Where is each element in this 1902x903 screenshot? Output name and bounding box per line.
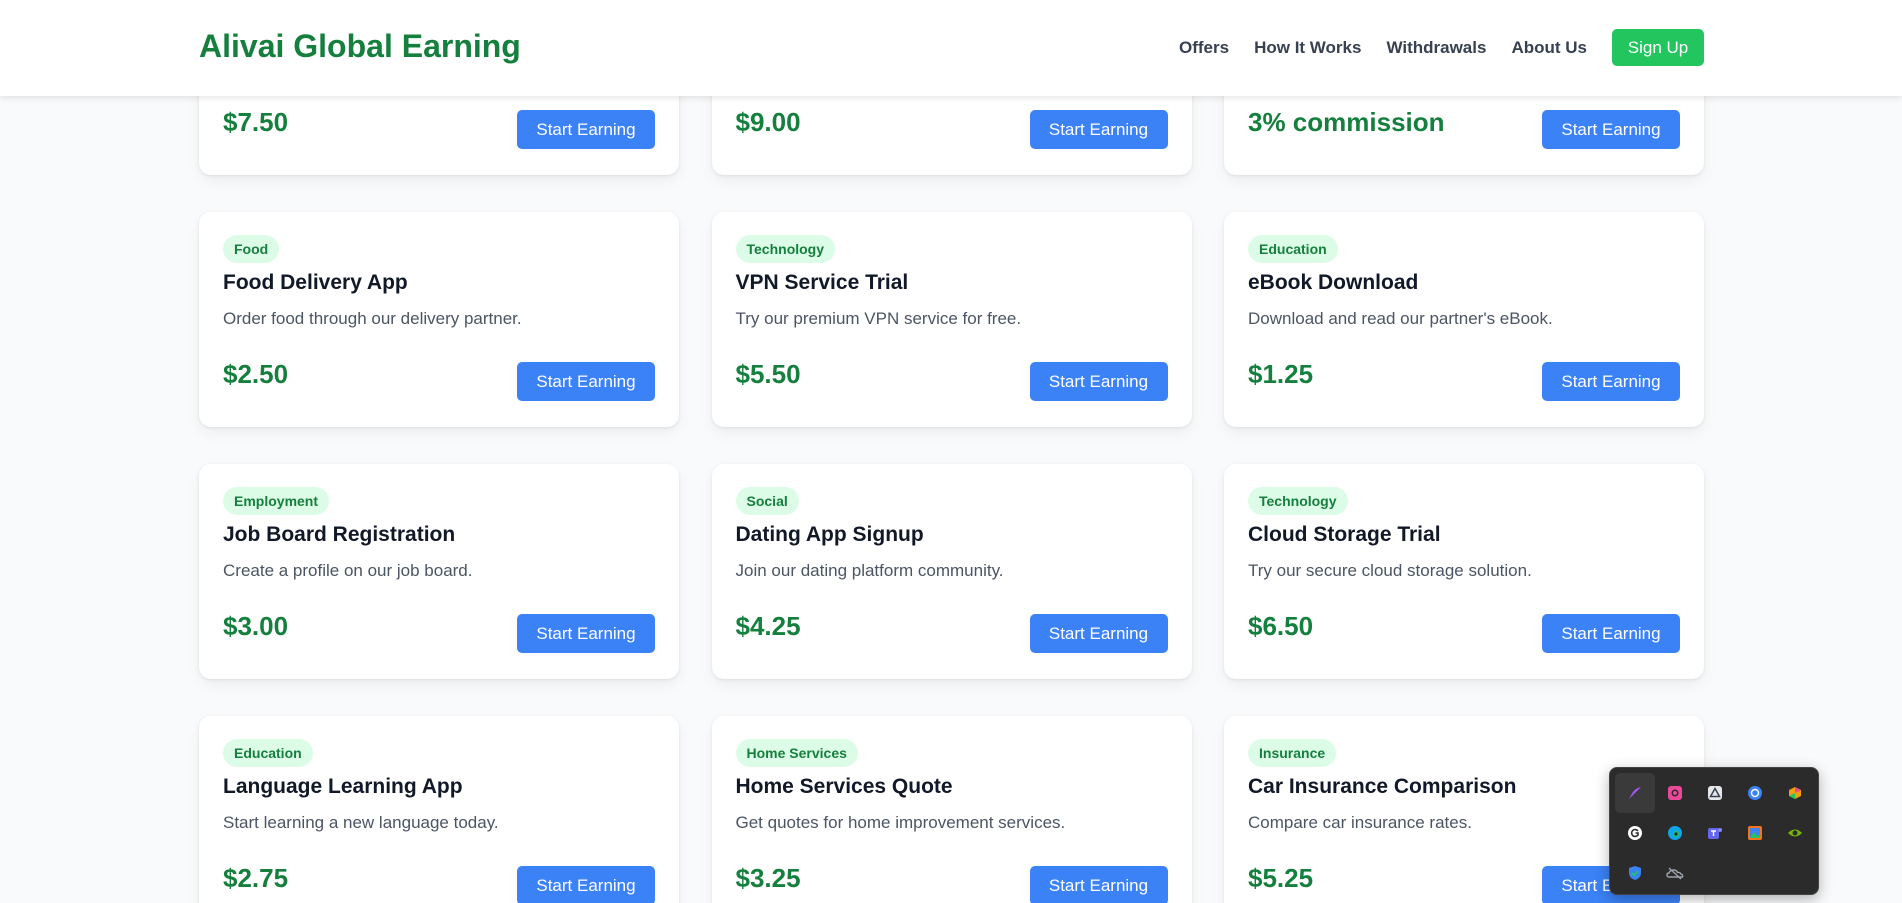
start-earning-button[interactable]: Start Earning (517, 110, 655, 149)
offer-title: Car Insurance Comparison (1248, 775, 1517, 798)
main-nav: Offers How It Works Withdrawals About Us… (1179, 29, 1704, 66)
offer-title: VPN Service Trial (735, 271, 909, 294)
offer-title: Language Learning App (223, 775, 463, 798)
offer-price: $9.00 (735, 107, 801, 137)
offer-price: $2.50 (223, 359, 289, 389)
start-earning-button[interactable]: Start Earning (1029, 362, 1168, 401)
category-badge: Education (1248, 235, 1338, 263)
offer-card: Technology VPN Service Trial Try our pre… (711, 212, 1192, 427)
offer-price: $3.00 (223, 611, 289, 641)
category-badge: Food (223, 235, 280, 263)
offer-price: $4.25 (735, 611, 801, 641)
offers-grid: $7.50 Start Earning $9.00 Start Earning … (199, 0, 1704, 903)
start-earning-button[interactable]: Start Earning (517, 614, 655, 653)
offer-description: Try our secure cloud storage solution. (1248, 561, 1532, 580)
category-badge: Insurance (1248, 739, 1337, 767)
start-earning-button[interactable]: Start Earning (517, 866, 655, 903)
signup-button[interactable]: Sign Up (1612, 29, 1704, 66)
start-earning-button[interactable]: Start Earning (1542, 362, 1680, 401)
category-badge: Education (223, 739, 313, 767)
start-earning-button[interactable]: Start Earning (1542, 110, 1680, 149)
offer-description: Start learning a new language today. (223, 813, 499, 832)
category-badge: Home Services (735, 739, 858, 767)
offer-card: Technology Cloud Storage Trial Try our s… (1224, 464, 1704, 679)
site-logo[interactable]: Alivai Global Earning (199, 28, 521, 65)
category-badge: Technology (735, 235, 836, 263)
copilot-icon[interactable] (1775, 773, 1815, 813)
start-earning-button[interactable]: Start Earning (1029, 866, 1168, 903)
offer-price: 3% commission (1248, 107, 1445, 137)
start-earning-button[interactable]: Start Earning (1029, 614, 1168, 653)
nvidia-icon[interactable] (1775, 813, 1815, 853)
onedrive-offline-icon[interactable] (1655, 853, 1695, 893)
offer-card: Home Services Home Services Quote Get qu… (711, 716, 1192, 903)
offer-price: $5.25 (1248, 863, 1314, 893)
offer-description: Create a profile on our job board. (223, 561, 473, 580)
offer-description: Order food through our delivery partner. (223, 309, 522, 328)
nav-link-offers[interactable]: Offers (1179, 38, 1229, 58)
category-badge: Employment (223, 487, 330, 515)
sync-app-icon[interactable] (1735, 773, 1775, 813)
offer-title: Home Services Quote (735, 775, 953, 798)
nav-link-withdrawals[interactable]: Withdrawals (1386, 38, 1486, 58)
offer-price: $5.50 (735, 359, 801, 389)
offer-price: $7.50 (223, 107, 289, 137)
start-earning-button[interactable]: Start Earning (517, 362, 655, 401)
offer-title: Job Board Registration (223, 523, 456, 546)
offer-card: Education Language Learning App Start le… (199, 716, 679, 903)
offer-price: $3.25 (735, 863, 801, 893)
windows-security-icon[interactable] (1615, 853, 1655, 893)
offer-description: Join our dating platform community. (735, 561, 1004, 580)
google-drive-icon[interactable] (1695, 773, 1735, 813)
start-earning-button[interactable]: Start Earning (1029, 110, 1168, 149)
offer-title: Food Delivery App (223, 271, 408, 294)
offer-title: Cloud Storage Trial (1248, 523, 1441, 546)
photos-app-icon[interactable] (1735, 813, 1775, 853)
offer-description: Compare car insurance rates. (1248, 813, 1472, 832)
offer-title: Dating App Signup (735, 523, 924, 546)
system-tray-overflow (1609, 767, 1819, 895)
nav-link-about-us[interactable]: About Us (1511, 38, 1587, 58)
offer-description: Try our premium VPN service for free. (735, 309, 1022, 328)
edge-browser-icon[interactable] (1655, 813, 1695, 853)
offer-card: Social Dating App Signup Join our dating… (711, 464, 1192, 679)
grammarly-icon[interactable] (1615, 813, 1655, 853)
offer-description: Get quotes for home improvement services… (735, 813, 1066, 832)
feather-app-icon[interactable] (1615, 773, 1655, 813)
offer-price: $6.50 (1248, 611, 1314, 641)
teams-icon[interactable] (1695, 813, 1735, 853)
offer-price: $2.75 (223, 863, 289, 893)
category-badge: Technology (1248, 487, 1348, 515)
offer-card: Education eBook Download Download and re… (1224, 212, 1704, 427)
offer-description: Download and read our partner's eBook. (1248, 309, 1553, 328)
category-badge: Social (735, 487, 799, 515)
offer-card: Food Food Delivery App Order food throug… (199, 212, 679, 427)
site-header: Alivai Global Earning Offers How It Work… (0, 0, 1902, 96)
screen-recorder-icon[interactable] (1655, 773, 1695, 813)
nav-link-how-it-works[interactable]: How It Works (1254, 38, 1361, 58)
offer-card: Employment Job Board Registration Create… (199, 464, 679, 679)
offers-page: $7.50 Start Earning $9.00 Start Earning … (0, 0, 1902, 903)
offer-title: eBook Download (1248, 271, 1419, 294)
start-earning-button[interactable]: Start Earning (1542, 614, 1680, 653)
offer-price: $1.25 (1248, 359, 1314, 389)
